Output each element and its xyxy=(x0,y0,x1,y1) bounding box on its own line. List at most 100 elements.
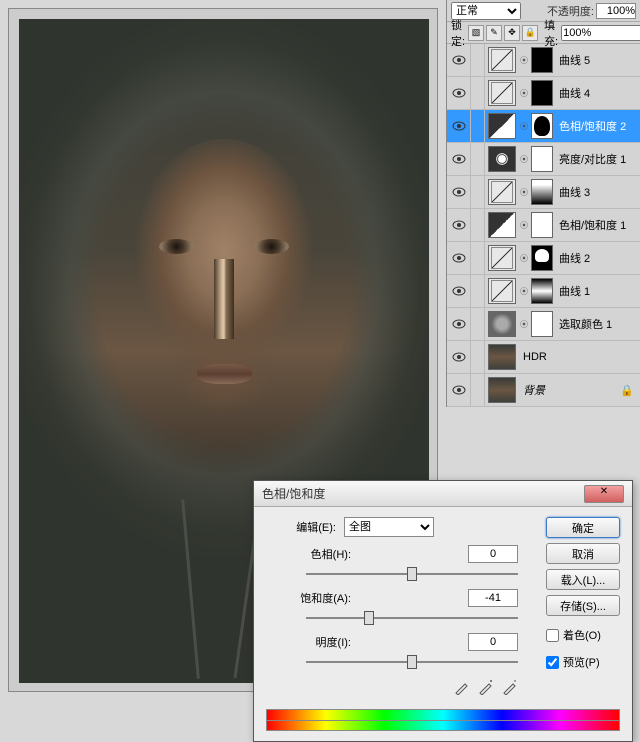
hue-input[interactable] xyxy=(468,545,518,563)
layer-thumb[interactable] xyxy=(488,344,516,370)
visibility-toggle[interactable] xyxy=(447,275,471,308)
layer-row[interactable]: ⦿ 曲线 3 xyxy=(447,176,640,209)
preview-label: 预览(P) xyxy=(563,654,600,670)
link-icon[interactable]: ⦿ xyxy=(519,253,529,264)
layer-mask-thumb[interactable] xyxy=(531,212,553,238)
layer-mask-thumb[interactable] xyxy=(531,278,553,304)
hue-slider[interactable] xyxy=(306,565,518,583)
visibility-toggle[interactable] xyxy=(447,374,471,407)
layer-name[interactable]: 曲线 4 xyxy=(555,85,640,101)
layer-thumb[interactable] xyxy=(488,179,516,205)
layer-name[interactable]: 曲线 2 xyxy=(555,250,640,266)
lock-move-icon[interactable]: ✥ xyxy=(504,25,520,41)
link-icon[interactable]: ⦿ xyxy=(519,319,529,330)
link-icon[interactable]: ⦿ xyxy=(519,121,529,132)
layers-panel: 正常 不透明度: 锁定: ▧ ✎ ✥ 🔒 填充: ⦿曲线 5⦿曲线 4⦿色相/饱… xyxy=(446,0,640,407)
visibility-toggle[interactable] xyxy=(447,308,471,341)
saturation-input[interactable] xyxy=(468,589,518,607)
visibility-toggle[interactable] xyxy=(447,110,471,143)
eyedropper-add-icon[interactable] xyxy=(478,679,494,695)
lock-all-icon[interactable]: 🔒 xyxy=(522,25,538,41)
link-col xyxy=(471,341,485,374)
layer-mask-thumb[interactable] xyxy=(531,179,553,205)
layer-thumb[interactable] xyxy=(488,146,516,172)
lock-brush-icon[interactable]: ✎ xyxy=(486,25,502,41)
dialog-titlebar[interactable]: 色相/饱和度 ✕ xyxy=(254,481,632,507)
layer-thumb[interactable] xyxy=(488,377,516,403)
layer-thumb[interactable] xyxy=(488,212,516,238)
link-icon[interactable]: ⦿ xyxy=(519,154,529,165)
layer-row[interactable]: ⦿ 色相/饱和度 1 xyxy=(447,209,640,242)
layer-thumb[interactable] xyxy=(488,47,516,73)
layer-mask-thumb[interactable] xyxy=(531,245,553,271)
layer-thumb[interactable] xyxy=(488,80,516,106)
link-icon[interactable]: ⦿ xyxy=(519,220,529,231)
visibility-toggle[interactable] xyxy=(447,176,471,209)
layer-name[interactable]: 色相/饱和度 1 xyxy=(555,217,640,233)
link-icon[interactable]: ⦿ xyxy=(519,286,529,297)
eyedropper-icon[interactable] xyxy=(454,679,470,695)
edit-select[interactable]: 全图 xyxy=(344,517,434,537)
hue-saturation-dialog: 色相/饱和度 ✕ 编辑(E): 全图 色相(H): 饱和度(A): 明度(I): xyxy=(253,480,633,742)
layer-row[interactable]: 背景🔒 xyxy=(447,374,640,407)
eye-right xyxy=(254,239,289,254)
layer-mask-thumb[interactable] xyxy=(531,80,553,106)
cancel-button[interactable]: 取消 xyxy=(546,543,620,564)
layer-name[interactable]: 曲线 5 xyxy=(555,52,640,68)
layer-thumb[interactable] xyxy=(488,311,516,337)
layer-row[interactable]: ⦿ 色相/饱和度 2 xyxy=(447,110,640,143)
link-icon[interactable]: ⦿ xyxy=(519,88,529,99)
eye-left xyxy=(159,239,194,254)
lightness-input[interactable] xyxy=(468,633,518,651)
link-icon[interactable]: ⦿ xyxy=(519,55,529,66)
layer-row[interactable]: ⦿ 亮度/对比度 1 xyxy=(447,143,640,176)
layer-name[interactable]: 色相/饱和度 2 xyxy=(555,118,640,134)
colorize-checkbox[interactable] xyxy=(546,629,559,642)
nose-highlight xyxy=(214,259,234,339)
visibility-toggle[interactable] xyxy=(447,44,471,77)
layer-name[interactable]: 选取颜色 1 xyxy=(555,316,640,332)
layer-thumb[interactable] xyxy=(488,113,516,139)
opacity-input[interactable] xyxy=(596,3,636,19)
visibility-toggle[interactable] xyxy=(447,77,471,110)
layer-row[interactable]: ⦿ 曲线 1 xyxy=(447,275,640,308)
eyedropper-subtract-icon[interactable] xyxy=(502,679,518,695)
layer-name[interactable]: 亮度/对比度 1 xyxy=(555,151,640,167)
saturation-slider[interactable] xyxy=(306,609,518,627)
load-button[interactable]: 载入(L)... xyxy=(546,569,620,590)
layer-mask-thumb[interactable] xyxy=(531,113,553,139)
layer-row[interactable]: HDR xyxy=(447,341,640,374)
lightness-slider[interactable] xyxy=(306,653,518,671)
close-icon[interactable]: ✕ xyxy=(584,485,624,503)
layer-row[interactable]: ⦿ 曲线 2 xyxy=(447,242,640,275)
visibility-toggle[interactable] xyxy=(447,143,471,176)
link-icon[interactable]: ⦿ xyxy=(519,187,529,198)
link-col xyxy=(471,209,485,242)
layer-name[interactable]: 曲线 3 xyxy=(555,184,640,200)
layer-name[interactable]: 曲线 1 xyxy=(555,283,640,299)
layer-row[interactable]: ⦿ 选取颜色 1 xyxy=(447,308,640,341)
layer-thumb[interactable] xyxy=(488,245,516,271)
layer-thumb[interactable] xyxy=(488,278,516,304)
link-col xyxy=(471,374,485,407)
layer-name[interactable]: 背景 xyxy=(519,382,620,398)
layer-name[interactable]: HDR xyxy=(519,351,640,363)
layer-mask-thumb[interactable] xyxy=(531,311,553,337)
ok-button[interactable]: 确定 xyxy=(546,517,620,538)
visibility-toggle[interactable] xyxy=(447,341,471,374)
layer-row[interactable]: ⦿ 曲线 5 xyxy=(447,44,640,77)
layer-mask-thumb[interactable] xyxy=(531,146,553,172)
dialog-title: 色相/饱和度 xyxy=(262,485,584,502)
fill-input[interactable] xyxy=(561,25,640,41)
lock-transparent-icon[interactable]: ▧ xyxy=(468,25,484,41)
preview-checkbox[interactable] xyxy=(546,656,559,669)
visibility-toggle[interactable] xyxy=(447,242,471,275)
lock-icon: 🔒 xyxy=(620,384,634,396)
saturation-label: 饱和度(A): xyxy=(266,590,351,606)
spectrum-bar[interactable] xyxy=(266,709,620,731)
layer-mask-thumb[interactable] xyxy=(531,47,553,73)
save-button[interactable]: 存储(S)... xyxy=(546,595,620,616)
visibility-toggle[interactable] xyxy=(447,209,471,242)
layers-lock-bar: 锁定: ▧ ✎ ✥ 🔒 填充: xyxy=(447,22,640,44)
layer-row[interactable]: ⦿ 曲线 4 xyxy=(447,77,640,110)
